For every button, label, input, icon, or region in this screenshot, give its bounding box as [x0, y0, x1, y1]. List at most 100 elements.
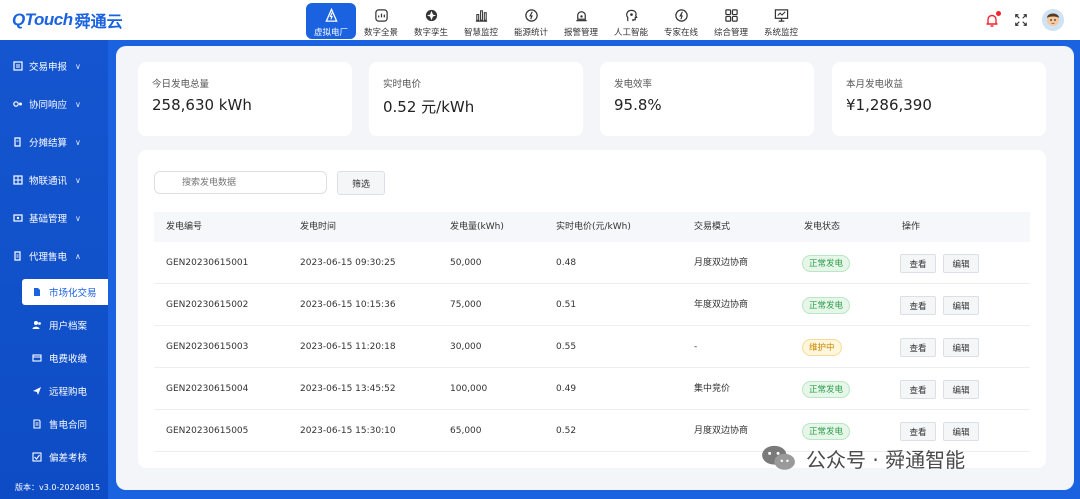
- top-right-tools: [984, 8, 1064, 32]
- nav-item-management[interactable]: 综合管理: [706, 3, 756, 39]
- edit-button[interactable]: 编辑: [943, 254, 979, 273]
- contract-icon: [33, 419, 41, 429]
- column-header: 发电时间: [300, 222, 337, 232]
- view-button[interactable]: 查看: [900, 338, 936, 357]
- cell-time: 2023-06-15 13:45:52: [300, 384, 396, 394]
- sync-icon: [13, 101, 22, 107]
- cell-time: 2023-06-15 15:30:10: [300, 426, 396, 436]
- sidebar-item-settle[interactable]: 分摊结算 ∨: [0, 130, 108, 154]
- document-icon: [34, 288, 40, 296]
- monitor-icon: [774, 9, 788, 22]
- sidebar-item-base[interactable]: 基础管理 ∨: [0, 206, 108, 230]
- edit-button[interactable]: 编辑: [943, 380, 979, 399]
- chevron-down-icon: ∨: [75, 137, 81, 147]
- top-bar: QTouch 舜通云 虚拟电厂 数字全景 数字孪生 智慧监控 能源统计 报警管理: [0, 0, 1080, 40]
- brand-logo[interactable]: QTouch 舜通云: [12, 8, 123, 32]
- table-row: GEN20230615003 2023-06-15 11:20:18 30,00…: [154, 326, 1030, 368]
- cell-amount: 65,000: [450, 426, 482, 436]
- watermark-text: 公众号 · 舜通智能: [806, 447, 966, 472]
- logo-cn: 舜通云: [74, 12, 123, 31]
- chevron-up-icon: ∧: [75, 251, 81, 261]
- wechat-icon: [762, 445, 795, 470]
- search-input[interactable]: [154, 171, 327, 194]
- edit-button[interactable]: 编辑: [943, 422, 979, 441]
- stat-card-monthly-revenue: 本月发电收益 ¥1,286,390: [832, 62, 1046, 136]
- declare-icon: [13, 61, 23, 71]
- cell-time: 2023-06-15 09:30:25: [300, 258, 396, 268]
- sidebar-subitem-deviation[interactable]: 偏差考核: [22, 444, 108, 470]
- sidebar-item-sync[interactable]: 协同响应 ∨: [0, 92, 108, 116]
- edit-button[interactable]: 编辑: [943, 296, 979, 315]
- table-header: 发电编号 发电时间 发电量(kWh) 实时电价(元/kWh) 交易模式 发电状态…: [154, 212, 1030, 242]
- base-icon: [13, 214, 23, 222]
- status-badge: 维护中: [802, 339, 842, 356]
- sidebar-subitem-bill[interactable]: 电费收缴: [22, 345, 108, 371]
- cell-mode: -: [694, 342, 698, 352]
- nav-item-panorama[interactable]: 数字全景: [356, 3, 406, 39]
- agent-icon: [14, 251, 21, 261]
- view-button[interactable]: 查看: [900, 296, 936, 315]
- cell-amount: 50,000: [450, 258, 482, 268]
- watermark: 公众号 · 舜通智能: [760, 440, 965, 476]
- nav-item-system[interactable]: 系统监控: [756, 3, 806, 39]
- view-button[interactable]: 查看: [900, 254, 936, 273]
- grid-icon: [724, 9, 738, 22]
- status-badge: 正常发电: [802, 381, 851, 398]
- sidebar-item-label: 交易申报: [29, 62, 68, 73]
- sidebar-subitem-market-trade[interactable]: 市场化交易: [22, 279, 108, 305]
- stat-card-efficiency: 发电效率 95.8%: [600, 62, 814, 136]
- nav-item-expert[interactable]: 专家在线: [656, 3, 706, 39]
- sidebar-item-iot[interactable]: 物联通讯 ∨: [0, 168, 108, 192]
- column-header: 操作: [902, 222, 921, 232]
- nav-label: 系统监控: [763, 28, 798, 38]
- table-row: GEN20230615004 2023-06-15 13:45:52 100,0…: [154, 368, 1030, 410]
- nav-item-monitor[interactable]: 智慧监控: [456, 3, 506, 39]
- avatar-face-icon: [1042, 9, 1064, 31]
- panorama-icon: [374, 9, 388, 22]
- version-label: 版本：v3.0-20240815: [15, 483, 101, 492]
- iot-icon: [13, 175, 23, 185]
- sidebar-item-declare[interactable]: 交易申报 ∨: [0, 54, 108, 78]
- notification-button[interactable]: [984, 11, 1001, 28]
- nav-item-alarm[interactable]: 报警管理: [556, 3, 606, 39]
- fullscreen-icon[interactable]: [1014, 13, 1028, 27]
- chevron-down-icon: ∨: [75, 175, 81, 185]
- power-plant-icon: [324, 8, 338, 22]
- sidebar-subitem-label: 售电合同: [49, 420, 88, 431]
- stat-title: 发电效率: [614, 79, 653, 90]
- sidebar-item-label: 代理售电: [29, 252, 68, 263]
- edit-button[interactable]: 编辑: [943, 338, 979, 357]
- sidebar-subitem-label: 远程购电: [49, 387, 88, 398]
- settle-icon: [14, 137, 21, 147]
- check-icon: [32, 452, 42, 462]
- sidebar-subitem-contract[interactable]: 售电合同: [22, 411, 108, 437]
- nav-item-virtual-plant[interactable]: 虚拟电厂: [306, 3, 356, 39]
- sidebar-subitem-user-profile[interactable]: 用户档案: [22, 312, 108, 338]
- nav-item-twin[interactable]: 数字孪生: [406, 3, 456, 39]
- stat-value: 95.8%: [614, 96, 662, 114]
- nav-item-ai[interactable]: 人工智能: [606, 3, 656, 39]
- filter-button[interactable]: 筛选: [337, 171, 385, 195]
- nav-item-energy[interactable]: 能源统计: [506, 3, 556, 39]
- sidebar-subitem-label: 市场化交易: [49, 288, 97, 299]
- stat-value: ¥1,286,390: [846, 96, 932, 114]
- view-button[interactable]: 查看: [900, 380, 936, 399]
- table-row: GEN20230615001 2023-06-15 09:30:25 50,00…: [154, 242, 1030, 284]
- twin-icon: [425, 9, 437, 22]
- column-header: 发电编号: [166, 222, 203, 232]
- cell-time: 2023-06-15 10:15:36: [300, 300, 396, 310]
- sidebar-item-label: 基础管理: [29, 214, 68, 225]
- nav-label: 智慧监控: [463, 28, 498, 38]
- main-panel: 今日发电总量 258,630 kWh 实时电价 0.52 元/kWh 发电效率 …: [116, 46, 1074, 490]
- sidebar-item-agent[interactable]: 代理售电 ∧: [0, 244, 108, 268]
- cell-amount: 75,000: [450, 300, 482, 310]
- cell-mode: 月度双边协商: [694, 258, 749, 268]
- sidebar-subitem-remote-purchase[interactable]: 远程购电: [22, 378, 108, 404]
- user-avatar[interactable]: [1042, 9, 1064, 31]
- status-badge: 正常发电: [802, 297, 851, 314]
- view-button[interactable]: 查看: [900, 422, 936, 441]
- cell-time: 2023-06-15 11:20:18: [300, 342, 396, 352]
- sidebar-subitem-label: 偏差考核: [49, 453, 88, 464]
- status-badge: 正常发电: [802, 423, 851, 440]
- stat-title: 实时电价: [383, 79, 422, 90]
